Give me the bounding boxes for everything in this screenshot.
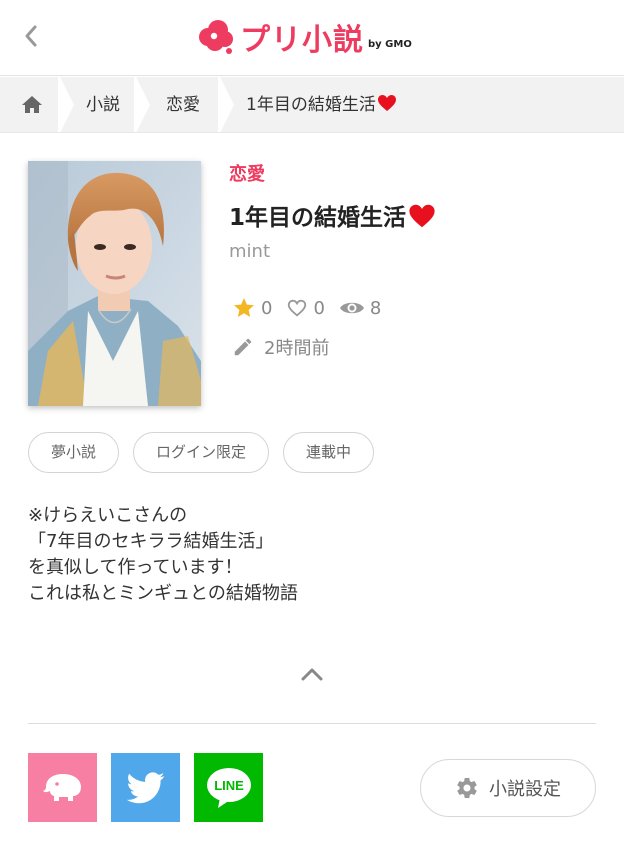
novel-settings-label: 小説設定	[489, 779, 561, 800]
novel-stats: 0 0 8	[232, 295, 395, 321]
share-line-button[interactable]: LINE	[194, 753, 263, 822]
heart-outline-icon	[288, 299, 307, 317]
description-line: ※けらえいこさんの	[28, 505, 188, 526]
tag-ongoing[interactable]: 連載中	[283, 432, 375, 473]
novel-description: ※けらえいこさんの 「7年目のセキララ結婚生活」 を真似して作っています！ これ…	[28, 503, 598, 607]
stat-stars: 0	[232, 296, 272, 320]
stat-likes: 0	[286, 297, 325, 319]
stat-views: 8	[339, 297, 381, 319]
description-line: 「7年目のセキララ結婚生活」	[28, 531, 274, 552]
logo-cloud-icon	[199, 20, 233, 54]
eye-icon	[339, 302, 364, 314]
heart-icon	[377, 95, 396, 111]
novel-title: 1年目の結婚生活	[229, 198, 436, 232]
novel-title-text: 1年目の結婚生活	[229, 205, 407, 231]
share-puri-button[interactable]	[28, 753, 97, 822]
heart-icon	[409, 204, 435, 228]
collapse-description-button[interactable]	[296, 660, 328, 688]
section-divider	[28, 723, 596, 724]
chevron-left-icon	[25, 25, 37, 47]
breadcrumb-item-current: 1年目の結婚生活	[246, 77, 397, 132]
novel-settings-button[interactable]: 小説設定	[420, 759, 596, 817]
novel-updated: 2時間前	[232, 334, 329, 360]
stat-views-count: 8	[369, 297, 382, 319]
chevron-up-icon	[301, 668, 323, 681]
description-line: を真似して作っています！	[28, 557, 243, 578]
breadcrumb: 小説 恋愛 1年目の結婚生活	[0, 77, 624, 133]
tag-login-only[interactable]: ログイン限定	[133, 432, 270, 473]
tag-list: 夢小説 ログイン限定 連載中	[28, 432, 388, 473]
stat-likes-count: 0	[313, 297, 325, 319]
share-twitter-button[interactable]	[111, 753, 180, 822]
cover-portrait-illustration	[28, 161, 201, 406]
breadcrumb-separator	[218, 77, 234, 132]
star-icon	[234, 298, 254, 317]
novel-updated-text: 2時間前	[264, 338, 330, 359]
novel-cover-image[interactable]	[28, 161, 201, 406]
logo-text: プリ小説	[240, 23, 364, 58]
breadcrumb-separator	[134, 77, 150, 132]
logo-by-gmo: by GMO	[368, 38, 412, 50]
gear-icon	[457, 778, 477, 798]
back-button[interactable]	[16, 20, 48, 52]
breadcrumb-current-label: 1年目の結婚生活	[246, 95, 376, 115]
twitter-bird-icon	[126, 771, 164, 803]
description-line: これは私とミンギュとの結婚物語	[28, 583, 298, 604]
stat-stars-count: 0	[261, 297, 273, 319]
breadcrumb-item-novel[interactable]: 小説	[86, 77, 120, 132]
line-logo-icon: LINE	[206, 767, 251, 808]
app-logo[interactable]: プリ小説 by GMO	[196, 14, 412, 60]
elephant-icon	[42, 773, 81, 801]
novel-genre[interactable]: 恋愛	[229, 160, 265, 186]
pencil-icon	[234, 338, 252, 356]
app-header: プリ小説 by GMO	[0, 0, 624, 76]
breadcrumb-separator	[58, 77, 74, 132]
tag-dream-novel[interactable]: 夢小説	[28, 432, 120, 473]
breadcrumb-item-genre[interactable]: 恋愛	[166, 77, 200, 132]
novel-author[interactable]: mint	[229, 241, 270, 262]
svg-text:LINE: LINE	[214, 778, 244, 793]
